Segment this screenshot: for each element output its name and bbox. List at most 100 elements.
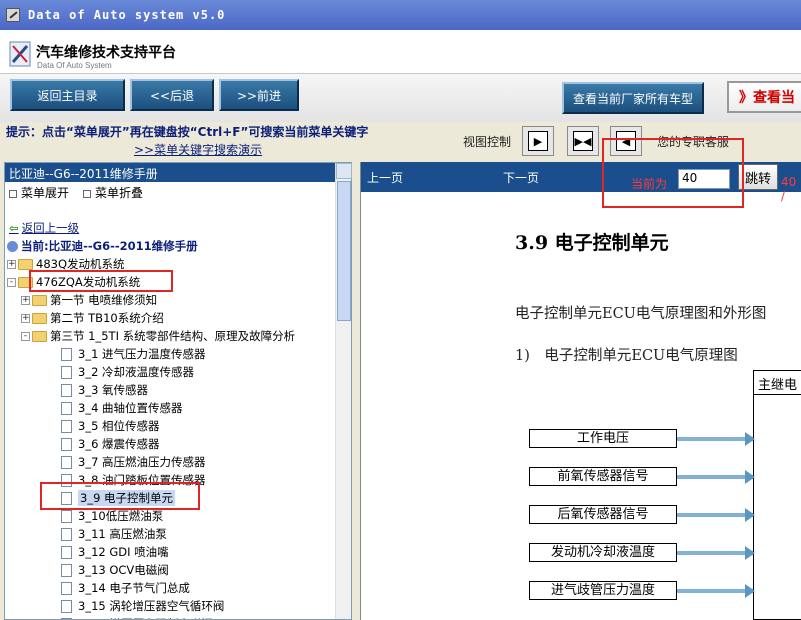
tree-item-label: 3_15 涡轮增压器空气循环阀: [78, 599, 225, 613]
highlight-ecu-item: [40, 482, 200, 510]
signal-arrow-icon: [677, 584, 755, 598]
tree-item-label: 3_7 高压燃油压力传感器: [78, 455, 206, 469]
section-title: 3.9 电子控制单元: [515, 232, 669, 254]
back-arrow-icon: ⇦: [9, 221, 19, 235]
goto-page-button[interactable]: 跳转: [738, 164, 778, 190]
signal-box: 进气歧管压力温度: [529, 581, 677, 600]
tree-leaf-item[interactable]: 3_6 爆震传感器: [53, 435, 160, 453]
page-icon: [61, 617, 72, 619]
subsection-heading: 1) 电子控制单元ECU电气原理图: [515, 348, 738, 364]
main-relay-box: 主继电: [753, 370, 801, 620]
tree-item-label: 3_6 爆震传感器: [78, 437, 160, 451]
all-models-button[interactable]: 查看当前厂家所有车型: [562, 82, 704, 114]
tree-leaf-item[interactable]: 3_1 进气压力温度传感器: [53, 345, 206, 363]
tree-leaf-item[interactable]: 3_3 氧传感器: [53, 381, 148, 399]
home-button[interactable]: 返回主目录: [10, 79, 125, 111]
expand-icon[interactable]: +: [7, 259, 16, 269]
page-icon: [61, 365, 72, 379]
folder-icon: [18, 258, 33, 270]
view-control-label: 视图控制: [463, 135, 512, 149]
next-page-link[interactable]: 下一页: [503, 169, 539, 186]
signal-arrow-icon: [677, 470, 755, 484]
document-panel: 上一页 下一页 当前为 40 跳转 40 / 3.9 电子控制单元 电子控制单元…: [360, 138, 801, 620]
window-titlebar: Data of Auto system v5.0: [0, 0, 801, 30]
forward-button[interactable]: >>前进: [219, 79, 299, 111]
signal-arrow-icon: [677, 432, 755, 446]
collapse-box-icon: [83, 189, 92, 198]
tree-item-label: 第三节 1_5TI 系统零部件结构、原理及故障分析: [50, 329, 296, 343]
page-icon: [61, 581, 72, 595]
view-expand-right-button[interactable]: ▶: [522, 126, 554, 156]
page-icon: [61, 509, 72, 523]
tree-leaf-item[interactable]: 3_5 相位传感器: [53, 417, 160, 435]
page-icon: [61, 599, 72, 613]
folder-icon: [32, 330, 47, 342]
tree-leaf-item[interactable]: 3_12 GDI 喷油嘴: [53, 543, 169, 561]
tree-leaf-item[interactable]: 3_11 高压燃油泵: [53, 525, 167, 543]
tree-folder-item[interactable]: + 第二节 TB10系统介绍: [21, 309, 164, 327]
tree-folder-item[interactable]: - 第三节 1_5TI 系统零部件结构、原理及故障分析: [21, 327, 295, 345]
view-current-button[interactable]: 》查看当: [727, 81, 801, 113]
page-icon: [61, 545, 72, 559]
folder-icon: [32, 294, 47, 306]
tree-leaf-item[interactable]: 3_14 电子节气门总成: [53, 579, 190, 597]
tree-item-label: 3_1 进气压力温度传感器: [78, 347, 206, 361]
search-demo-link[interactable]: >>菜单关键字搜索演示: [134, 141, 262, 158]
page-icon: [61, 383, 72, 397]
tree-leaf-item[interactable]: 3_7 高压燃油压力传感器: [53, 453, 206, 471]
wrench-logo-icon: [9, 41, 31, 67]
user-icon: [7, 240, 18, 252]
view-split-button[interactable]: ▶◀: [567, 126, 599, 156]
menu-scrollbar[interactable]: [335, 163, 352, 619]
brand-title: 汽车维修技术支持平台: [36, 45, 176, 61]
window-title: Data of Auto system v5.0: [28, 8, 226, 22]
scroll-up-icon[interactable]: [336, 163, 352, 179]
tree-leaf-item[interactable]: 3_13 OCV电磁阀: [53, 561, 169, 579]
tree-item-label: 3_11 高压燃油泵: [78, 527, 167, 541]
expand-icon[interactable]: +: [21, 313, 30, 323]
page-icon: [61, 455, 72, 469]
tree-item-label: 3_12 GDI 喷油嘴: [78, 545, 169, 559]
prev-page-link[interactable]: 上一页: [367, 169, 403, 186]
tree-item-label: 第二节 TB10系统介绍: [50, 311, 164, 325]
tree-item-label: 3_2 冷却液温度传感器: [78, 365, 195, 379]
signal-arrow-icon: [677, 508, 755, 522]
scroll-thumb[interactable]: [337, 181, 351, 321]
tree-item-label: 3_16 增压压力限制电磁阀: [78, 616, 213, 619]
signal-box: 发动机冷却液温度: [529, 543, 677, 562]
app-icon: [6, 8, 20, 22]
page-icon: [61, 563, 72, 577]
back-up-link[interactable]: ⇦ 返回上一级: [9, 219, 79, 237]
back-button[interactable]: <<后退: [130, 79, 214, 111]
signal-arrow-icon: [677, 546, 755, 560]
tree-leaf-item[interactable]: 3_15 涡轮增压器空气循环阀: [53, 597, 224, 615]
hint-text: 提示：点击“菜单展开”再在键盘按“Ctrl+F”可搜索当前菜单关键字: [6, 125, 369, 139]
page-icon: [61, 437, 72, 451]
folder-icon: [32, 312, 47, 324]
menu-collapse-label: 菜单折叠: [95, 186, 144, 200]
tree-item-label: 3_5 相位传感器: [78, 419, 160, 433]
highlight-page-jump: [602, 138, 744, 208]
page-icon: [61, 527, 72, 541]
collapse-icon[interactable]: -: [21, 331, 30, 341]
menu-expand-label: 菜单展开: [21, 186, 70, 200]
tree-folder-item[interactable]: + 第一节 电喷维修须知: [21, 291, 157, 309]
expand-icon[interactable]: +: [21, 295, 30, 305]
tree-item-label: 3_13 OCV电磁阀: [78, 563, 169, 577]
tree-leaf-item[interactable]: 3_4 曲轴位置传感器: [53, 399, 183, 417]
tree-leaf-item[interactable]: 3_2 冷却液温度传感器: [53, 363, 194, 381]
page-icon: [61, 419, 72, 433]
back-up-label: 返回上一级: [21, 221, 80, 235]
tree-item-label: 3_4 曲轴位置传感器: [78, 401, 183, 415]
expand-box-icon: [9, 189, 17, 198]
collapse-icon[interactable]: -: [7, 277, 16, 287]
menu-expand-toggle[interactable]: 菜单展开: [9, 184, 69, 200]
current-path-label: 当前:比亚迪--G6--2011维修手册: [21, 239, 198, 253]
menu-collapse-toggle[interactable]: 菜单折叠: [83, 184, 143, 200]
page-icon: [61, 347, 72, 361]
tree-leaf-item[interactable]: 3_16 增压压力限制电磁阀: [53, 615, 213, 619]
split-arrows-icon: ▶◀: [573, 131, 593, 151]
main-toolbar: 返回主目录 <<后退 >>前进 查看当前厂家所有车型 》查看当: [0, 74, 801, 122]
highlight-engine-system: [29, 270, 173, 292]
tree-item-label: 第一节 电喷维修须知: [50, 293, 158, 307]
